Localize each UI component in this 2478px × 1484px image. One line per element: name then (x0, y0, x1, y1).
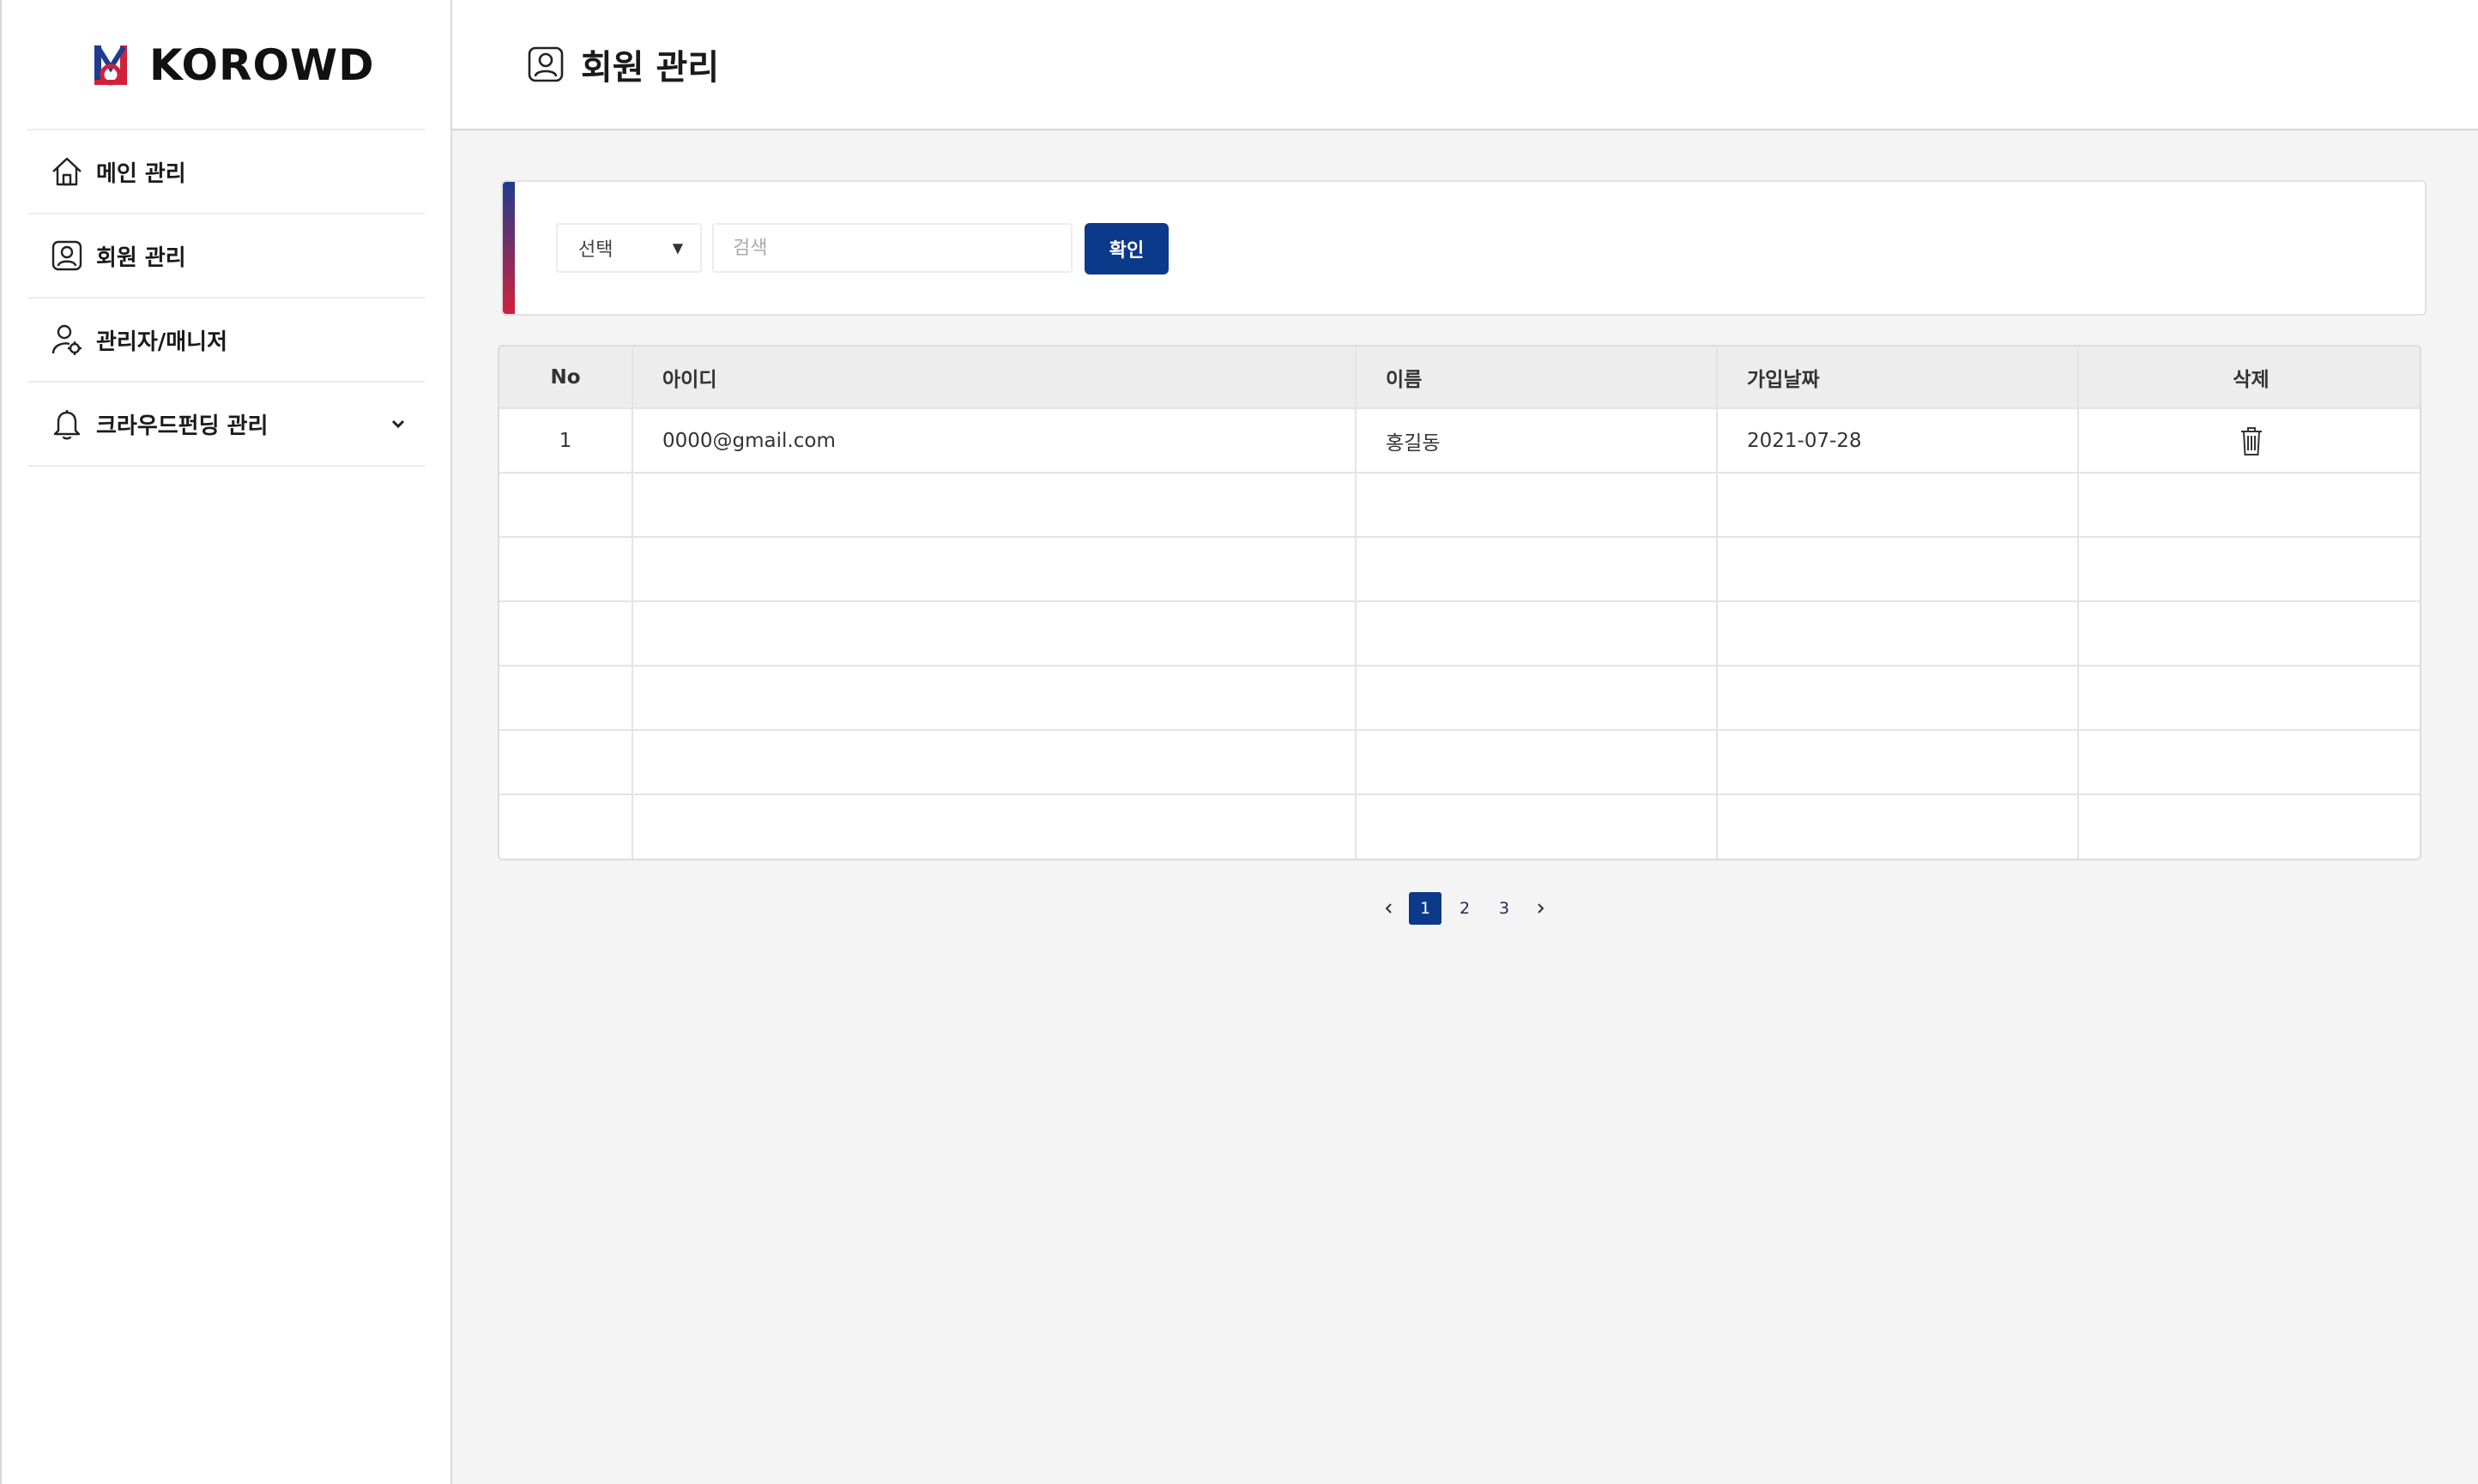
empty-cell (499, 730, 633, 795)
empty-cell (632, 794, 1357, 859)
empty-cell (632, 473, 1357, 538)
empty-cell (632, 730, 1357, 795)
empty-cell (1356, 666, 1718, 731)
empty-cell (499, 537, 633, 602)
search-panel: 선택 ▼ 확인 (501, 180, 2427, 316)
sidebar-item-admin[interactable]: 관리자/매니저 (27, 299, 425, 383)
empty-cell (2078, 601, 2420, 667)
empty-cell (632, 537, 1357, 602)
sidebar-item-label: 크라우드펀딩 관리 (96, 413, 269, 439)
table-row-empty (499, 473, 2420, 538)
search-select-value: 선택 (578, 239, 613, 261)
page-button-1[interactable]: 1 (1409, 892, 1441, 925)
sidebar-item-label: 관리자/매니저 (96, 329, 228, 355)
table-row-empty (499, 794, 2420, 859)
empty-cell (499, 666, 633, 731)
empty-cell (499, 794, 633, 859)
page-button-2[interactable]: 2 (1448, 892, 1481, 925)
column-header-name: 이름 (1356, 347, 1718, 409)
prev-page-button[interactable] (1373, 892, 1405, 925)
home-icon (50, 154, 84, 189)
members-table: No 아이디 이름 가입날짜 삭제 1 0000@gmail.com 홍길동 2… (498, 345, 2421, 860)
sidebar-item-main[interactable]: 메인 관리 (27, 130, 425, 214)
empty-cell (1717, 666, 2079, 731)
table-row-empty (499, 666, 2420, 731)
empty-cell (1356, 601, 1718, 667)
bell-icon (50, 407, 84, 441)
empty-cell (1717, 473, 2079, 538)
cell-no: 1 (499, 408, 633, 474)
empty-cell (1717, 794, 2079, 859)
empty-cell (2078, 473, 2420, 538)
page-button-3[interactable]: 3 (1488, 892, 1520, 925)
column-header-delete: 삭제 (2078, 347, 2420, 409)
search-select[interactable]: 선택 ▼ (556, 223, 702, 273)
empty-cell (499, 473, 633, 538)
empty-cell (1717, 537, 2079, 602)
empty-cell (1356, 473, 1718, 538)
table-row-empty (499, 601, 2420, 667)
empty-cell (632, 601, 1357, 667)
empty-cell (499, 601, 633, 667)
logo-mark-icon (94, 45, 127, 86)
user-gear-icon (50, 323, 84, 357)
user-card-icon (526, 45, 565, 84)
table-row[interactable]: 1 0000@gmail.com 홍길동 2021-07-28 (499, 408, 2420, 474)
empty-cell (2078, 730, 2420, 795)
column-header-date: 가입날짜 (1717, 347, 2079, 409)
cell-name: 홍길동 (1356, 408, 1718, 474)
empty-cell (1356, 730, 1718, 795)
empty-cell (632, 666, 1357, 731)
sidebar-item-label: 회원 관리 (96, 244, 186, 271)
next-page-button[interactable] (1524, 892, 1556, 925)
sidebar-item-crowdfunding[interactable]: 크라우드펀딩 관리 (27, 383, 425, 467)
brand-name: KOROWD (149, 40, 375, 90)
chevron-left-icon (1385, 903, 1392, 914)
page-title: 회원 관리 (581, 48, 720, 87)
empty-cell (1356, 794, 1718, 859)
user-card-icon (50, 238, 84, 273)
dropdown-arrow-icon: ▼ (672, 239, 683, 256)
panel-accent-bar (503, 182, 515, 314)
empty-cell (2078, 794, 2420, 859)
empty-cell (1356, 537, 1718, 602)
page-header: 회원 관리 (452, 0, 2478, 130)
sidebar-item-members[interactable]: 회원 관리 (27, 214, 425, 299)
cell-id: 0000@gmail.com (632, 408, 1357, 474)
trash-icon[interactable] (2239, 425, 2264, 456)
table-row-empty (499, 537, 2420, 602)
table-row-empty (499, 730, 2420, 795)
cell-delete (2078, 408, 2420, 474)
sidebar-nav: 메인 관리 회원 관리 관리자/매니저 크라우드펀딩 관리 (27, 130, 425, 467)
pagination: 1 2 3 (1373, 892, 1556, 925)
logo[interactable]: KOROWD (93, 39, 375, 91)
sidebar-item-label: 메인 관리 (96, 160, 186, 187)
confirm-button[interactable]: 확인 (1085, 223, 1169, 274)
chevron-down-icon[interactable] (389, 414, 408, 433)
empty-cell (1717, 601, 2079, 667)
search-input[interactable] (712, 223, 1073, 273)
chevron-right-icon (1538, 903, 1544, 914)
empty-cell (1717, 730, 2079, 795)
sidebar: KOROWD 메인 관리 회원 관리 관리자/매니저 크라우드펀딩 관리 (0, 0, 452, 1484)
cell-date: 2021-07-28 (1717, 408, 2079, 474)
column-header-no: No (499, 347, 633, 409)
empty-cell (2078, 666, 2420, 731)
table-header-row: No 아이디 이름 가입날짜 삭제 (499, 347, 2420, 409)
empty-cell (2078, 537, 2420, 602)
column-header-id: 아이디 (632, 347, 1357, 409)
